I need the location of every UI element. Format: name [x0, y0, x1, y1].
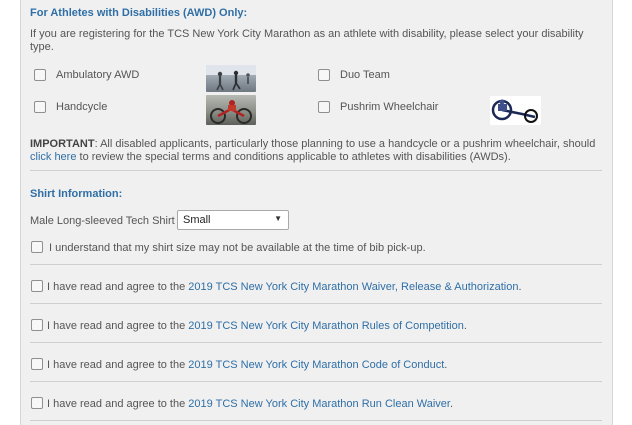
shirt-acknowledge-checkbox[interactable] [31, 241, 43, 253]
awd-terms-link[interactable]: click here [30, 151, 76, 163]
handcycle-label: Handcycle [56, 101, 108, 113]
handcycle-checkbox[interactable] [34, 101, 46, 113]
awd-heading: For Athletes with Disabilities (AWD) Onl… [30, 7, 248, 19]
registration-panel: For Athletes with Disabilities (AWD) Onl… [20, 0, 613, 425]
agreement-suffix: . [518, 281, 522, 293]
pushrim-wheelchair-label: Pushrim Wheelchair [340, 101, 439, 113]
important-text: : All disabled applicants, particularly … [94, 138, 596, 150]
duo-team-checkbox[interactable] [318, 69, 330, 81]
divider [30, 264, 602, 265]
shirt-acknowledge-label: I understand that my shirt size may not … [49, 242, 426, 254]
divider [30, 170, 602, 171]
agreement-suffix: . [463, 320, 467, 332]
rules-link[interactable]: 2019 TCS New York City Marathon Rules of… [188, 320, 464, 332]
shirt-size-label: Male Long-sleeved Tech Shirt [30, 215, 175, 227]
agreement-rules: I have read and agree to the 2019 TCS Ne… [47, 320, 467, 332]
waiver-link[interactable]: 2019 TCS New York City Marathon Waiver, … [188, 281, 518, 293]
agreement-prefix: I have read and agree to the [47, 320, 189, 332]
divider [30, 342, 602, 343]
agreement-waiver: I have read and agree to the 2019 TCS Ne… [47, 281, 522, 293]
duo-team-label: Duo Team [340, 69, 390, 81]
agreement-code: I have read and agree to the 2019 TCS Ne… [47, 359, 447, 371]
divider [30, 381, 602, 382]
ambulatory-awd-checkbox[interactable] [34, 69, 46, 81]
awd-intro: If you are registering for the TCS New Y… [30, 28, 584, 53]
divider [30, 303, 602, 304]
shirt-size-select[interactable]: Small ▼ [177, 210, 289, 230]
agreement-suffix: . [444, 359, 448, 371]
run-clean-link[interactable]: 2019 TCS New York City Marathon Run Clea… [188, 398, 450, 410]
agreement-prefix: I have read and agree to the [47, 398, 189, 410]
divider [30, 420, 602, 421]
handcycle-photo [206, 95, 256, 125]
agreement-checkbox-run-clean[interactable] [31, 397, 43, 409]
agreement-run-clean: I have read and agree to the 2019 TCS Ne… [47, 398, 453, 410]
ambulatory-awd-label: Ambulatory AWD [56, 69, 140, 81]
agreement-checkbox-waiver[interactable] [31, 280, 43, 292]
ambulatory-awd-photo [206, 65, 256, 92]
agreement-checkbox-rules[interactable] [31, 319, 43, 331]
important-suffix: to review the special terms and conditio… [76, 151, 511, 163]
chevron-down-icon: ▼ [274, 214, 282, 223]
agreement-checkbox-code[interactable] [31, 358, 43, 370]
agreement-suffix: . [449, 398, 454, 410]
shirt-size-value: Small [183, 214, 211, 226]
awd-important-note: IMPORTANT: All disabled applicants, part… [30, 138, 610, 164]
agreement-prefix: I have read and agree to the [47, 281, 189, 293]
pushrim-wheelchair-photo [490, 96, 541, 125]
shirt-heading: Shirt Information: [30, 188, 123, 200]
pushrim-wheelchair-checkbox[interactable] [318, 101, 330, 113]
important-label: IMPORTANT [30, 138, 95, 150]
code-of-conduct-link[interactable]: 2019 TCS New York City Marathon Code of … [188, 359, 444, 371]
agreement-prefix: I have read and agree to the [47, 359, 189, 371]
